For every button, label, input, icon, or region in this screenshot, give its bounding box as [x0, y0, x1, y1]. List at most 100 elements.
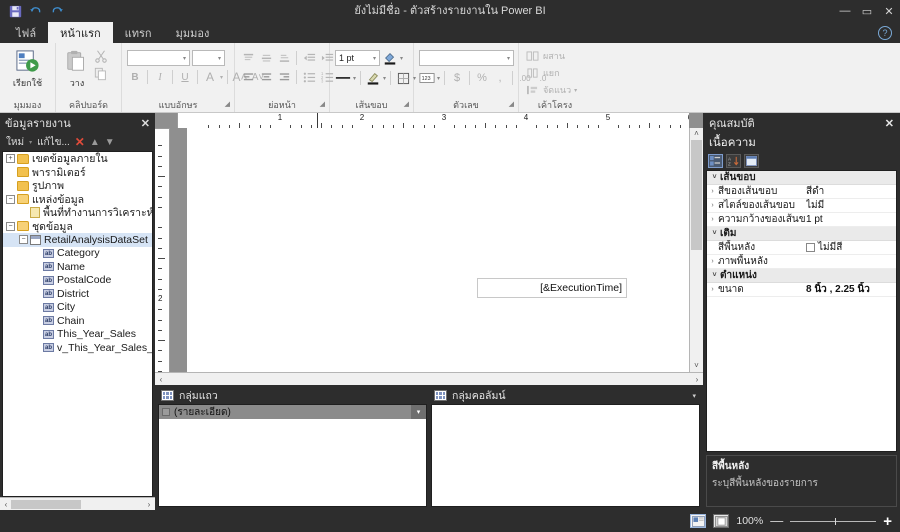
delete-icon[interactable]: ✕ — [75, 135, 85, 149]
scroll-right-icon[interactable]: › — [144, 500, 154, 509]
zoom-in-button[interactable]: + — [883, 516, 892, 527]
chevron-right-icon[interactable]: › — [707, 286, 718, 293]
categorized-view-icon[interactable] — [708, 154, 723, 168]
property-value[interactable]: 1 pt — [806, 214, 896, 225]
collapse-icon[interactable]: − — [6, 195, 15, 204]
thousands-separator-button[interactable]: , — [492, 70, 508, 86]
maximize-button[interactable]: ▭ — [856, 0, 878, 22]
property-category[interactable]: ˅เส้นขอบ — [707, 171, 896, 185]
zoom-slider[interactable] — [790, 521, 876, 522]
canvas-scroll-up-icon[interactable]: ˄ — [694, 128, 699, 140]
property-pages-icon[interactable] — [744, 154, 759, 168]
expand-icon[interactable]: + — [6, 154, 15, 163]
cut-icon[interactable] — [93, 48, 109, 64]
property-category[interactable]: ˅ตำแหน่ง — [707, 269, 896, 283]
tree-node[interactable]: abChain — [3, 314, 152, 328]
align-top-icon[interactable] — [240, 50, 256, 66]
currency-button[interactable]: $ — [449, 70, 465, 86]
property-row[interactable]: ›ขนาด8 นิ้ว , 2.25 นิ้ว — [707, 283, 896, 297]
property-row[interactable]: ›ภาพพื้นหลัง — [707, 255, 896, 269]
number-format-combo[interactable]: ▾ — [419, 50, 514, 66]
split-cells-button[interactable]: แยก — [524, 65, 560, 81]
property-value[interactable]: สีดำ — [806, 184, 896, 199]
move-down-icon[interactable]: ▼ — [105, 137, 115, 148]
tab-view[interactable]: มุมมอง — [164, 22, 222, 43]
canvas-scroll-left-icon[interactable]: ‹ — [155, 375, 167, 384]
bold-button[interactable]: B — [127, 69, 143, 85]
tree-node[interactable]: abName — [3, 260, 152, 274]
property-value[interactable]: ไม่มีสี — [806, 240, 896, 255]
canvas-hscroll-track[interactable] — [167, 374, 691, 384]
tab-file[interactable]: ไฟล์ — [4, 22, 48, 43]
collapse-icon[interactable]: − — [19, 235, 28, 244]
design-view-icon[interactable] — [690, 514, 706, 528]
hscroll-track[interactable] — [11, 500, 144, 509]
border-color-icon[interactable] — [365, 70, 381, 86]
chevron-down-icon[interactable]: ˅ — [709, 230, 720, 237]
row-groups-list[interactable]: (รายละเอียด) ▾ — [158, 404, 427, 507]
alphabetical-sort-icon[interactable]: AZ — [726, 154, 741, 168]
hscroll-thumb[interactable] — [11, 500, 81, 509]
property-value[interactable]: 8 นิ้ว , 2.25 นิ้ว — [806, 282, 896, 297]
column-groups-dropdown-icon[interactable]: ▾ — [692, 392, 700, 400]
new-caret-icon[interactable]: ▾ — [29, 139, 32, 146]
border-line-style-icon[interactable] — [335, 70, 351, 86]
color-swatch[interactable] — [806, 243, 815, 252]
report-data-close-icon[interactable]: ✕ — [141, 117, 150, 130]
align-left-icon[interactable] — [240, 69, 256, 85]
tree-node[interactable]: abPostalCode — [3, 274, 152, 288]
property-value[interactable]: ไม่มี — [806, 198, 896, 213]
chevron-right-icon[interactable]: › — [707, 202, 718, 209]
canvas-vscroll-thumb[interactable] — [691, 140, 702, 250]
align-center-icon[interactable] — [258, 69, 274, 85]
canvas-vscroll-track[interactable] — [691, 140, 703, 360]
properties-close-icon[interactable]: ✕ — [885, 117, 894, 130]
decrease-indent-icon[interactable] — [301, 50, 317, 66]
align-middle-icon[interactable] — [258, 50, 274, 66]
collapse-icon[interactable]: − — [6, 222, 15, 231]
row-group-item-detail[interactable]: (รายละเอียด) ▾ — [159, 405, 426, 419]
run-report-button[interactable]: เรียกใช้ — [5, 46, 50, 90]
canvas-scroll-down-icon[interactable]: ˅ — [694, 360, 699, 372]
tree-node[interactable]: abv_This_Year_Sales_Goal — [3, 341, 152, 355]
canvas-hscrollbar[interactable]: ‹ › — [155, 372, 703, 385]
column-groups-list[interactable] — [431, 404, 700, 507]
chevron-right-icon[interactable]: › — [707, 258, 718, 265]
zoom-out-button[interactable]: — — [770, 516, 783, 526]
row-group-dropdown-icon[interactable]: ▾ — [411, 405, 426, 419]
undo-icon[interactable] — [29, 4, 43, 18]
tree-node[interactable]: abDistrict — [3, 287, 152, 301]
canvas-scroll-right-icon[interactable]: › — [691, 375, 703, 384]
save-icon[interactable] — [8, 4, 22, 18]
property-row[interactable]: ›ความกว้างของเส้นขอบ1 pt — [707, 213, 896, 227]
copy-icon[interactable] — [93, 66, 109, 82]
chevron-right-icon[interactable]: › — [707, 216, 718, 223]
paste-button[interactable]: วาง — [61, 46, 93, 90]
properties-grid[interactable]: ˅เส้นขอบ›สีของเส้นขอบสีดำ›สไตล์ของเส้นขอ… — [706, 170, 897, 452]
property-category[interactable]: ˅เติม — [707, 227, 896, 241]
canvas-vscrollbar[interactable]: ˄ ˅ — [689, 128, 703, 372]
tree-node[interactable]: abThis_Year_Sales — [3, 328, 152, 342]
align-right-icon[interactable] — [276, 69, 292, 85]
align-button[interactable]: จัดแนว ▾ — [524, 82, 577, 98]
property-row[interactable]: ›สไตล์ของเส้นขอบไม่มี — [707, 199, 896, 213]
font-color-button[interactable]: A — [202, 69, 218, 85]
report-data-hscrollbar[interactable]: ‹ › — [0, 497, 155, 510]
page-body-blank[interactable] — [187, 128, 689, 233]
underline-button[interactable]: U — [177, 69, 193, 85]
zoom-slider-knob[interactable] — [835, 518, 836, 525]
help-icon[interactable]: ? — [878, 26, 892, 40]
tree-node[interactable]: abCity — [3, 301, 152, 315]
percent-button[interactable]: % — [474, 70, 490, 86]
print-layout-icon[interactable] — [713, 514, 729, 528]
edit-button[interactable]: แก้ไข... — [37, 135, 70, 150]
move-up-icon[interactable]: ▲ — [90, 137, 100, 148]
italic-button[interactable]: I — [152, 69, 168, 85]
minimize-button[interactable]: — — [834, 0, 856, 22]
row-group-checkbox[interactable] — [162, 408, 170, 416]
report-data-tree[interactable]: +เขตข้อมูลภายในพารามิเตอร์รูปภาพ−แหล่งข้… — [2, 151, 153, 497]
tab-insert[interactable]: แทรก — [113, 22, 164, 43]
close-button[interactable]: ✕ — [878, 0, 900, 22]
borders-icon[interactable] — [395, 70, 411, 86]
property-row[interactable]: ›สีของเส้นขอบสีดำ — [707, 185, 896, 199]
